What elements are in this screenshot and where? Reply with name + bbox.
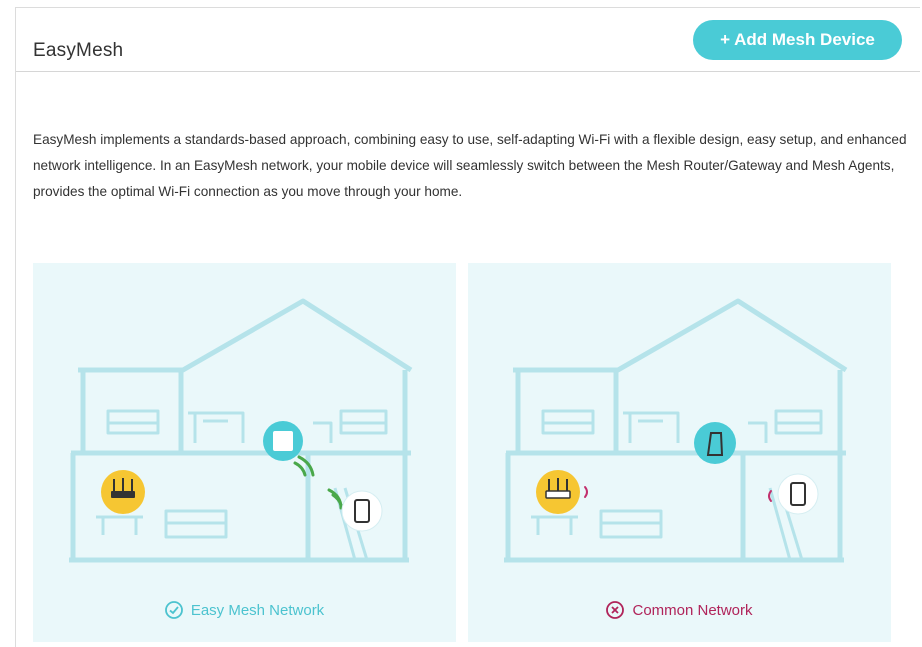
common-network-house-illustration [504,298,848,563]
phone-icon [777,473,819,515]
title-divider [16,71,920,72]
house-roof [78,298,413,373]
easy-mesh-caption-text: Easy Mesh Network [190,601,325,619]
x-circle-icon [606,601,625,619]
router-icon [536,470,580,514]
mesh-agent-icon [263,421,303,461]
house-roof [513,298,848,373]
common-network-caption-text: Common Network [632,601,753,619]
common-network-illustration-card: Common Network [468,263,891,642]
range-extender-icon [694,422,736,464]
common-network-caption: Common Network [468,601,891,619]
page-title: EasyMesh [33,40,124,61]
wifi-waves-icon [293,455,343,510]
easy-mesh-house-illustration [69,298,413,563]
easy-mesh-illustration-card: Easy Mesh Network [33,263,456,642]
router-icon [101,470,145,514]
easy-mesh-caption: Easy Mesh Network [33,601,456,619]
phone-icon [341,490,383,532]
check-circle-icon [164,601,183,619]
add-mesh-device-button[interactable]: + Add Mesh Device [693,20,902,60]
easymesh-description: EasyMesh implements a standards-based ap… [33,132,907,199]
